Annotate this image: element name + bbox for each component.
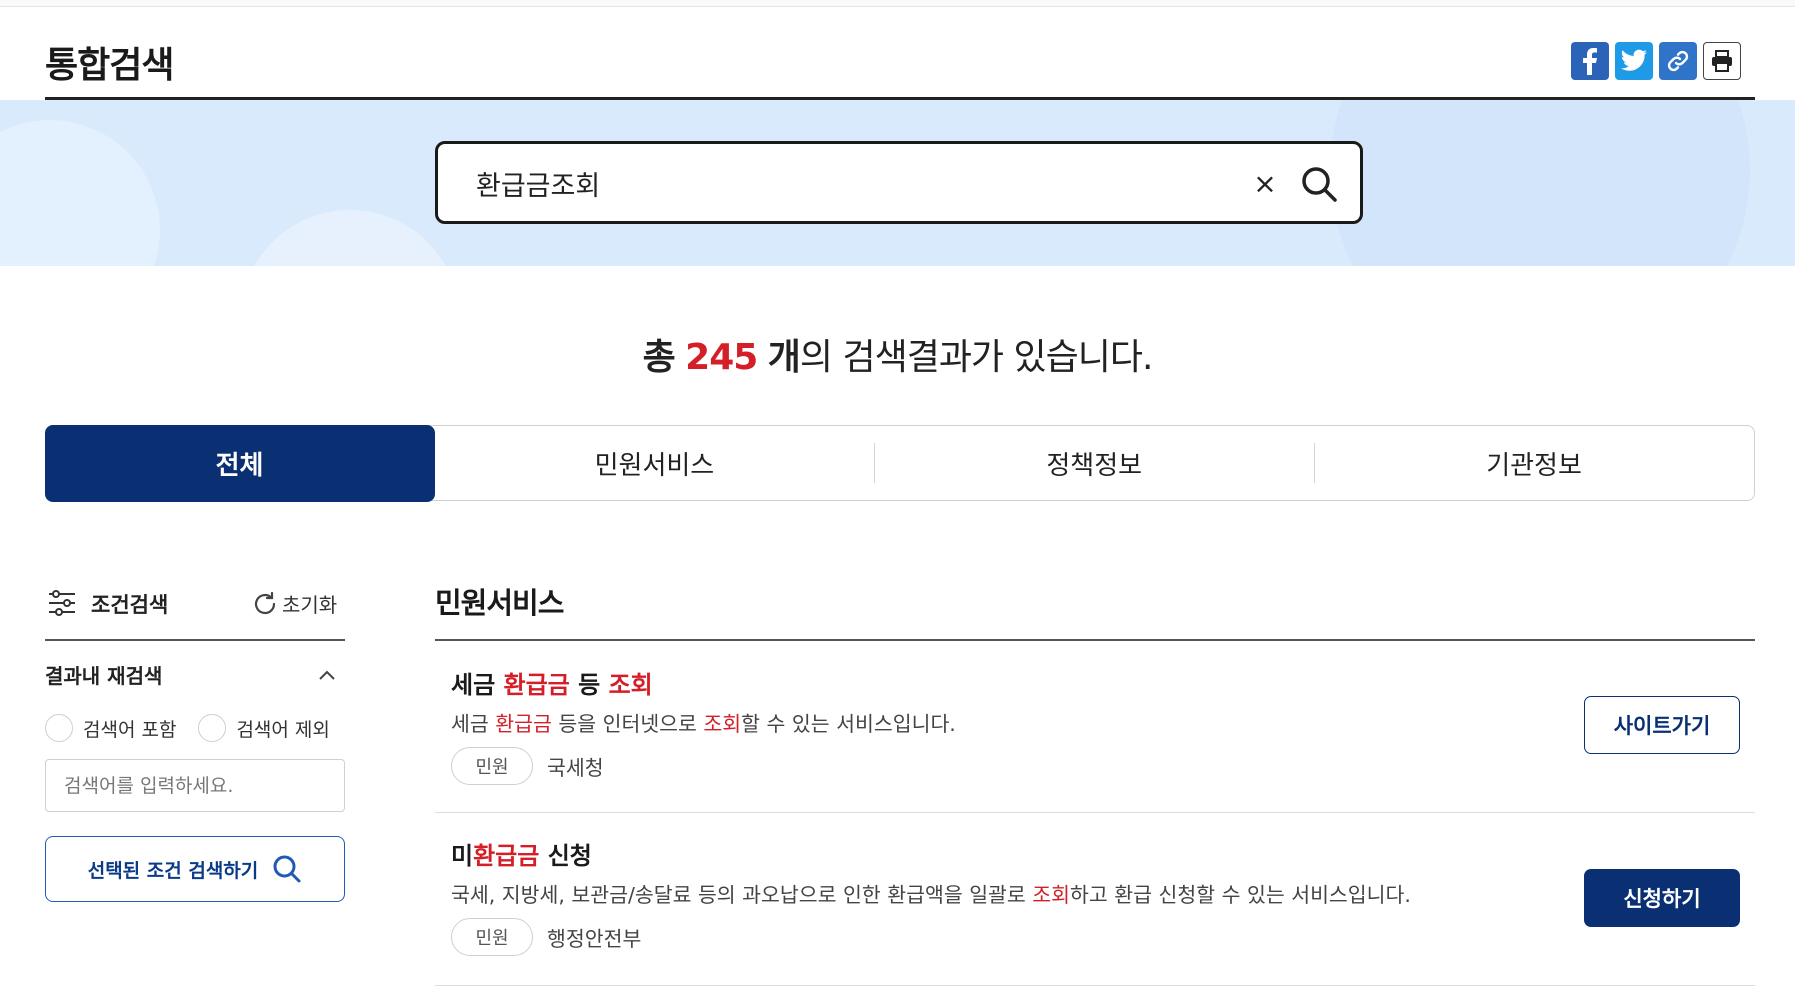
research-options: 검색어 포함 검색어 제외 [45, 714, 330, 742]
search-icon [1302, 167, 1337, 202]
tab-all[interactable]: 전체 [44, 424, 435, 502]
result-count-number: 245 [685, 337, 758, 378]
page-title: 통합검색 [45, 45, 174, 86]
result-description: 국세, 지방세, 보관금/송달료 등의 과오납으로 인한 환급액을 일괄로 조회… [451, 883, 1411, 907]
reset-label: 초기화 [282, 593, 338, 617]
reset-button[interactable]: 초기화 [252, 589, 337, 618]
chevron-up-icon[interactable] [318, 666, 336, 685]
result-item: 세금 환급금 등 조회 세금 환급금 등을 인터넷으로 조회할 수 있는 서비스… [435, 641, 1755, 813]
category-tag: 민원 [451, 918, 533, 956]
agency-name: 국세청 [547, 756, 604, 780]
result-title[interactable]: 미환급금 신청 [451, 836, 592, 871]
agency-name: 행정안전부 [547, 927, 642, 951]
search-button[interactable] [1296, 161, 1342, 207]
sidebar-divider [45, 639, 345, 641]
apply-button[interactable]: 신청하기 [1584, 869, 1740, 927]
facebook-icon[interactable] [1571, 42, 1609, 80]
category-tag: 민원 [451, 747, 533, 785]
include-label: 검색어 포함 [83, 718, 177, 741]
top-border [0, 0, 1795, 7]
search-box: × [435, 141, 1363, 224]
condition-search-label: 선택된 조건 검색하기 [87, 859, 259, 882]
link-icon[interactable] [1659, 42, 1697, 80]
clear-search-button[interactable]: × [1248, 166, 1282, 200]
twitter-icon[interactable] [1615, 42, 1653, 80]
result-title[interactable]: 세금 환급금 등 조회 [451, 665, 653, 700]
refresh-icon [254, 591, 276, 614]
research-title: 결과내 재검색 [45, 664, 163, 688]
result-count: 총 245 개의 검색결과가 있습니다. [642, 337, 1154, 378]
site-link-button[interactable]: 사이트가기 [1584, 696, 1740, 754]
condition-search-button[interactable]: 선택된 조건 검색하기 [45, 836, 345, 902]
research-input[interactable] [45, 759, 345, 812]
print-icon[interactable] [1703, 42, 1741, 80]
tab-civil-service[interactable]: 민원서비스 [435, 426, 875, 500]
search-icon [273, 855, 301, 883]
search-input[interactable] [474, 162, 1238, 204]
exclude-label: 검색어 제외 [236, 718, 330, 741]
result-item: 미환급금 신청 국세, 지방세, 보관금/송달료 등의 과오납으로 인한 환급액… [435, 812, 1755, 986]
filter-header: 조건검색 초기화 [45, 585, 345, 625]
share-toolbar [1565, 42, 1741, 80]
result-meta: 민원 국세청 [451, 747, 604, 785]
result-description: 세금 환급금 등을 인터넷으로 조회할 수 있는 서비스입니다. [451, 712, 956, 736]
section-title: 민원서비스 [435, 586, 564, 620]
exclude-radio[interactable] [198, 714, 227, 742]
include-radio[interactable] [45, 714, 73, 742]
category-tabs: 전체 민원서비스 정책정보 기관정보 [44, 424, 1755, 502]
tab-policy-info[interactable]: 정책정보 [874, 426, 1314, 500]
tab-agency-info[interactable]: 기관정보 [1314, 426, 1754, 500]
filter-label: 조건검색 [91, 593, 169, 617]
filter-icon [49, 590, 75, 616]
result-meta: 민원 행정안전부 [451, 918, 641, 956]
